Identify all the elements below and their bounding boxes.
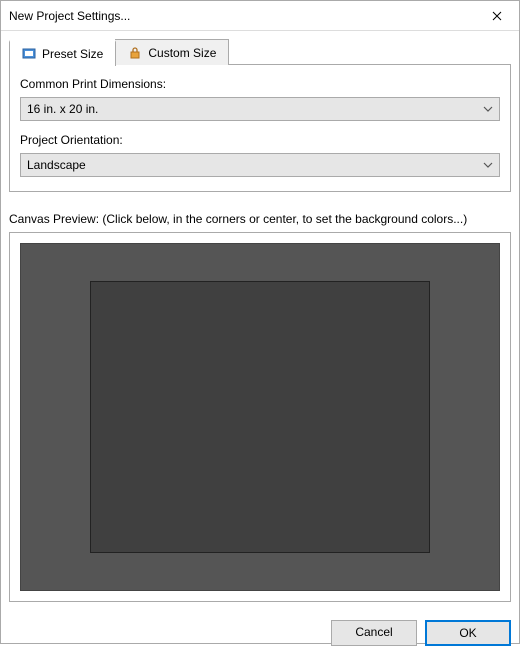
cancel-button[interactable]: Cancel <box>331 620 417 646</box>
window-title: New Project Settings... <box>9 9 474 23</box>
orientation-select[interactable]: Landscape <box>20 153 500 177</box>
chevron-down-icon <box>483 160 493 170</box>
dimensions-select[interactable]: 16 in. x 20 in. <box>20 97 500 121</box>
dimensions-value: 16 in. x 20 in. <box>27 102 98 116</box>
close-icon <box>492 11 502 21</box>
canvas-preview-label: Canvas Preview: (Click below, in the cor… <box>9 212 511 226</box>
chevron-down-icon <box>483 104 493 114</box>
canvas-preview-canvas[interactable] <box>90 281 430 553</box>
canvas-preview-background[interactable] <box>20 243 500 591</box>
orientation-label: Project Orientation: <box>20 133 500 147</box>
tab-bar: Preset Size Custom Size <box>9 39 511 65</box>
close-button[interactable] <box>474 1 519 31</box>
tab-custom-size[interactable]: Custom Size <box>115 39 229 65</box>
canvas-preview-section: Canvas Preview: (Click below, in the cor… <box>9 212 511 602</box>
tab-label: Custom Size <box>148 46 216 60</box>
dialog-button-row: Cancel OK <box>1 610 519 656</box>
dimensions-label: Common Print Dimensions: <box>20 77 500 91</box>
preset-size-icon <box>22 47 36 61</box>
content-area: Preset Size Custom Size Common Print Dim… <box>1 31 519 610</box>
titlebar: New Project Settings... <box>1 1 519 31</box>
ok-button[interactable]: OK <box>425 620 511 646</box>
orientation-value: Landscape <box>27 158 86 172</box>
lock-icon <box>128 46 142 60</box>
canvas-preview-box <box>9 232 511 602</box>
tab-preset-size[interactable]: Preset Size <box>9 40 116 66</box>
settings-panel: Common Print Dimensions: 16 in. x 20 in.… <box>9 64 511 192</box>
tab-label: Preset Size <box>42 47 103 61</box>
